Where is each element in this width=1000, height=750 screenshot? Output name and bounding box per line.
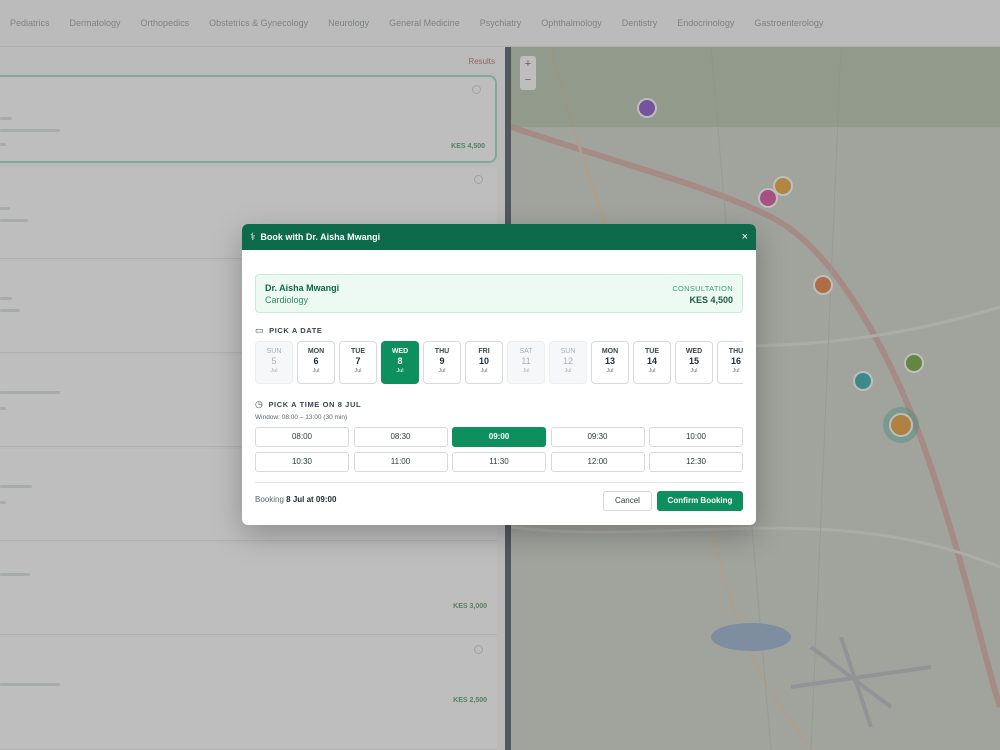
date-option[interactable]: WED 8 Jul — [381, 341, 419, 384]
date-option[interactable]: MON 6 Jul — [297, 341, 335, 384]
time-slot[interactable]: 12:00 — [550, 452, 645, 472]
date-option[interactable]: THU 16 Jul — [717, 341, 743, 384]
date-day: 9 — [439, 356, 445, 366]
date-day: 8 — [397, 356, 403, 366]
date-option[interactable]: WED 15 Jul — [675, 341, 713, 384]
doctor-name: Dr. Aisha Mwangi — [265, 283, 340, 293]
calendar-icon: ▭ — [255, 325, 265, 335]
date-dow: WED — [685, 348, 703, 355]
date-picker: SUN 5 Jul MON 6 Jul TUE 7 Jul WED 8 Jul THU 9 Jul FRI 10… — [255, 341, 743, 384]
date-month: Jul — [438, 368, 446, 374]
date-option[interactable]: MON 13 Jul — [591, 341, 629, 384]
doctor-summary: Dr. Aisha Mwangi Cardiology CONSULTATION… — [255, 274, 743, 313]
dialog-header: ⚕ Book with Dr. Aisha Mwangi × — [242, 224, 756, 250]
date-month: Jul — [732, 368, 740, 374]
date-dow: FRI — [478, 348, 490, 355]
doctor-specialty: Cardiology — [265, 295, 309, 305]
booking-summary-prefix: Booking — [255, 495, 287, 504]
date-month: Jul — [480, 368, 488, 374]
date-option[interactable]: THU 9 Jul — [423, 341, 461, 384]
time-section-text: PICK A TIME ON 8 JUL — [268, 400, 362, 409]
date-dow: SAT — [519, 348, 533, 355]
date-option[interactable]: TUE 7 Jul — [339, 341, 377, 384]
date-dow: TUE — [645, 348, 659, 355]
cancel-button[interactable]: Cancel — [603, 491, 652, 511]
date-day: 16 — [730, 356, 741, 366]
date-option: SUN 5 Jul — [255, 341, 293, 384]
date-option[interactable]: TUE 14 Jul — [633, 341, 671, 384]
time-slot[interactable]: 08:00 — [255, 427, 349, 447]
time-slot[interactable]: 10:30 — [255, 452, 349, 472]
date-dow: WED — [391, 348, 409, 355]
time-window-note: Window: 08:00 – 13:00 (30 min) — [255, 414, 348, 421]
footer-divider — [255, 482, 743, 483]
date-day: 5 — [271, 356, 277, 366]
booking-summary: Booking 8 Jul at 09:00 — [255, 495, 336, 504]
date-day: 10 — [478, 356, 489, 366]
date-month: Jul — [396, 368, 404, 374]
consultation-label: CONSULTATION — [672, 284, 733, 293]
time-slot[interactable]: 09:00 — [452, 427, 546, 447]
date-month: Jul — [648, 368, 656, 374]
time-section-label: ◷ PICK A TIME ON 8 JUL — [255, 399, 361, 410]
date-dow: SUN — [266, 348, 282, 355]
date-option: SUN 12 Jul — [549, 341, 587, 384]
date-dow: MON — [307, 348, 325, 355]
date-month: Jul — [270, 368, 278, 374]
date-day: 14 — [646, 356, 657, 366]
date-dow: TUE — [351, 348, 365, 355]
stethoscope-icon: ⚕ — [250, 231, 256, 243]
date-dow: THU — [434, 348, 450, 355]
date-day: 7 — [355, 356, 361, 366]
time-slots: 08:00 08:30 09:00 09:30 10:00 10:30 11:00 11:30… — [255, 427, 743, 472]
close-icon[interactable]: × — [742, 231, 748, 243]
date-day: 13 — [604, 356, 615, 366]
time-slot[interactable]: 08:30 — [353, 427, 448, 447]
date-dow: MON — [601, 348, 619, 355]
dialog-title: Book with Dr. Aisha Mwangi — [260, 232, 381, 242]
booking-dialog: ⚕ Book with Dr. Aisha Mwangi × Dr. Aisha… — [242, 224, 756, 525]
date-dow: THU — [728, 348, 743, 355]
date-day: 11 — [521, 356, 531, 366]
date-month: Jul — [606, 368, 614, 374]
date-month: Jul — [522, 368, 530, 374]
date-option[interactable]: FRI 10 Jul — [465, 341, 503, 384]
date-section-text: PICK A DATE — [269, 326, 323, 335]
date-day: 12 — [562, 356, 573, 366]
consultation-fee: KES 4,500 — [689, 295, 733, 305]
date-month: Jul — [354, 368, 362, 374]
date-month: Jul — [690, 368, 698, 374]
date-day: 6 — [313, 356, 319, 366]
time-slot[interactable]: 11:00 — [353, 452, 448, 472]
time-slot[interactable]: 11:30 — [452, 452, 546, 472]
booking-summary-value: 8 Jul at 09:00 — [286, 495, 337, 504]
date-month: Jul — [564, 368, 572, 374]
date-day: 15 — [688, 356, 699, 366]
clock-icon: ◷ — [255, 399, 264, 409]
confirm-booking-button[interactable]: Confirm Booking — [657, 491, 743, 511]
time-slot[interactable]: 10:00 — [649, 427, 743, 447]
date-option: SAT 11 Jul — [507, 341, 545, 384]
date-month: Jul — [312, 368, 320, 374]
time-slot[interactable]: 12:30 — [649, 452, 743, 472]
date-dow: SUN — [560, 348, 576, 355]
time-slot[interactable]: 09:30 — [550, 427, 645, 447]
date-section-label: ▭ PICK A DATE — [255, 325, 323, 336]
